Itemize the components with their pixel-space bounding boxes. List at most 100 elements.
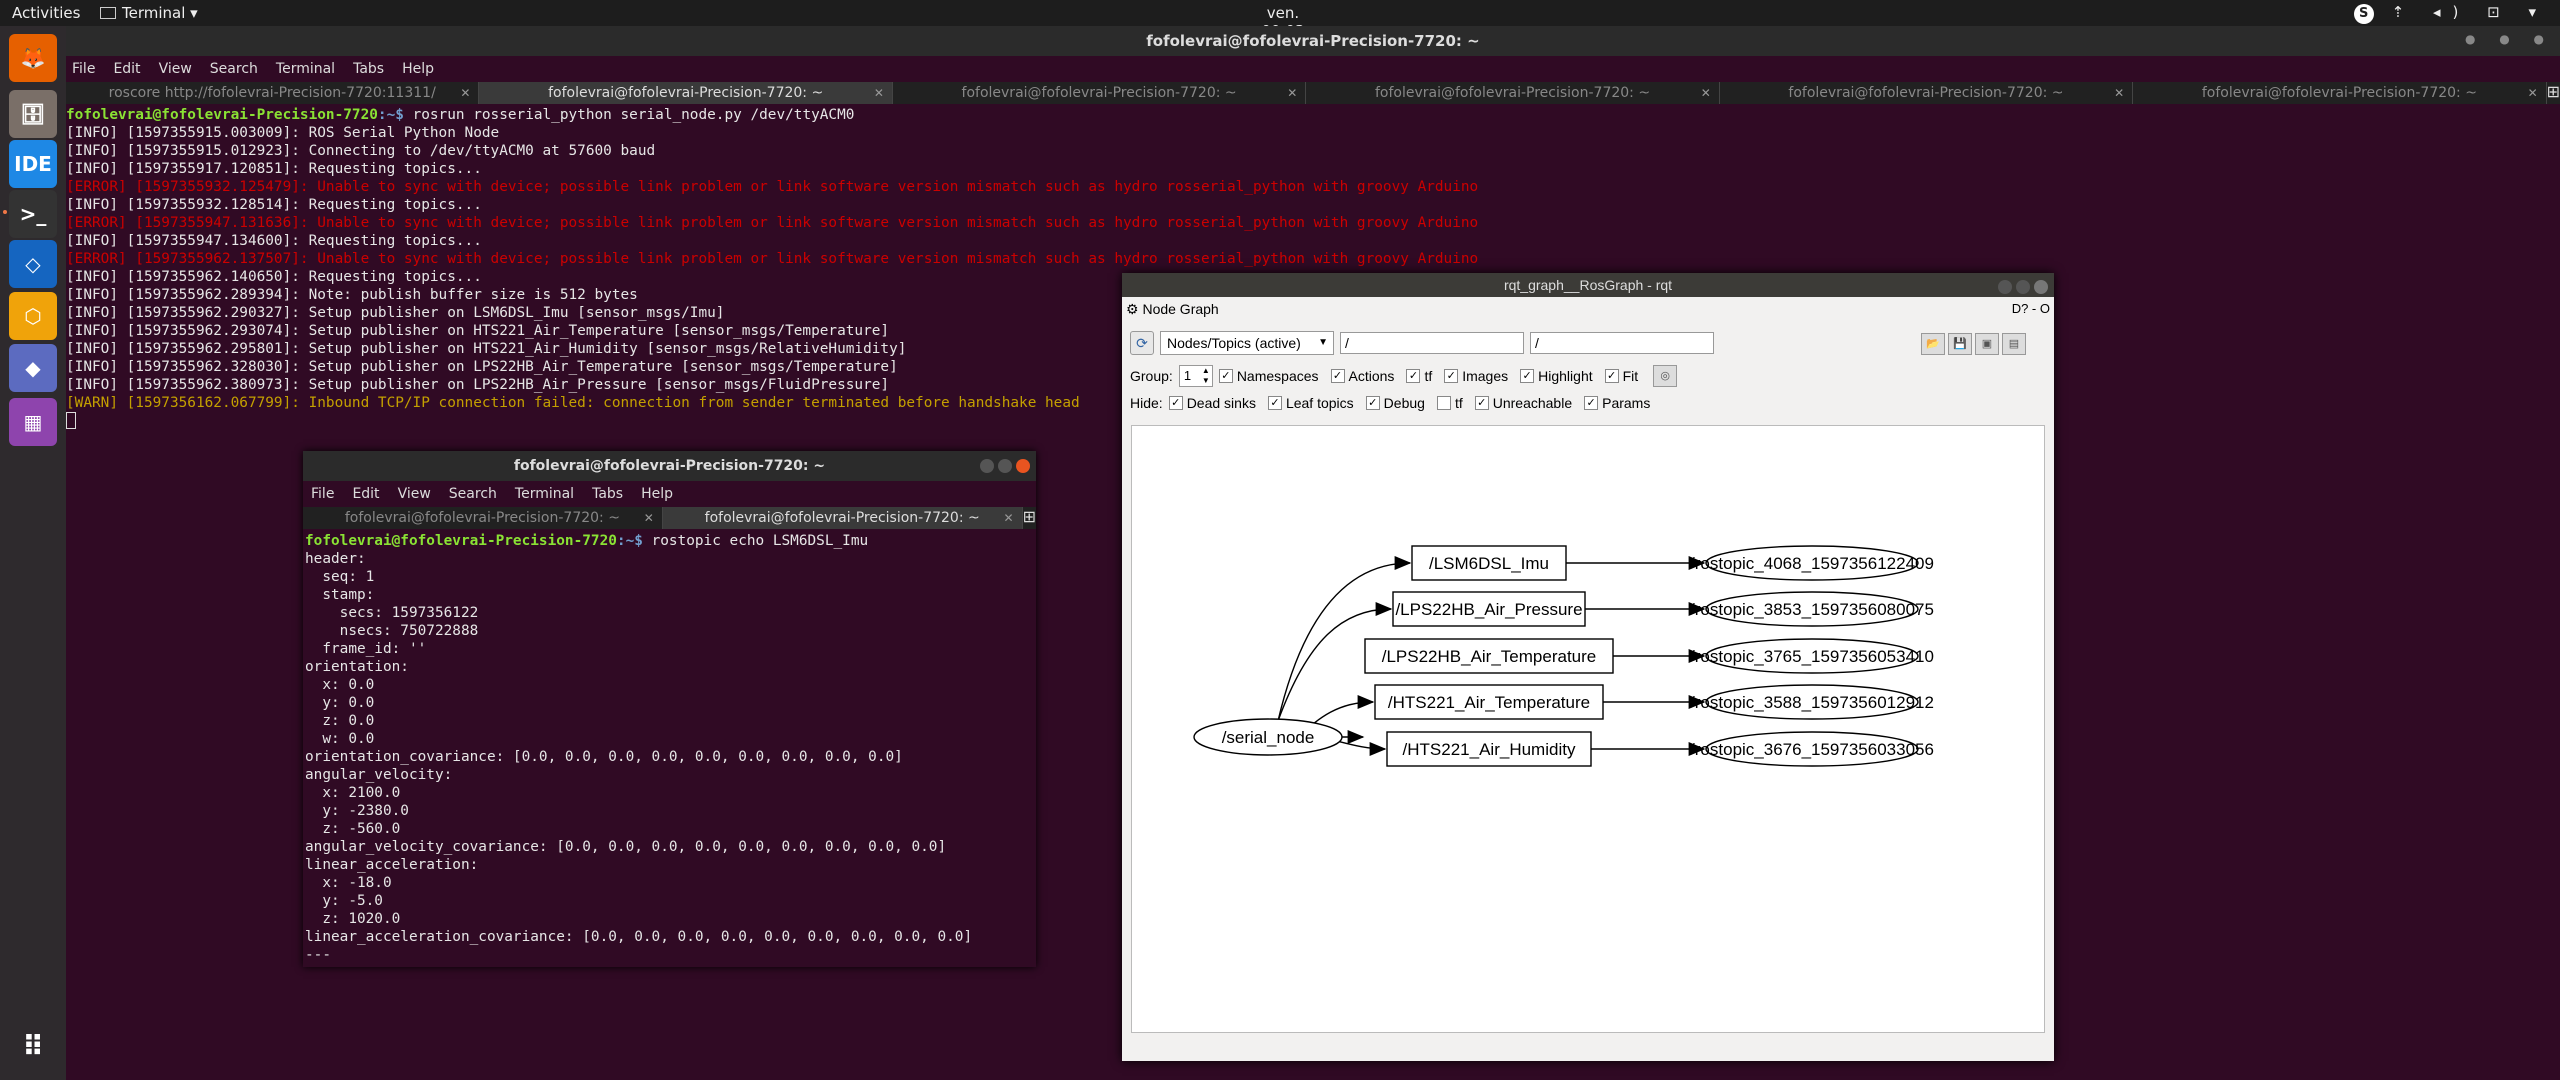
menu-view[interactable]: View [159, 61, 192, 77]
save-dot-icon[interactable]: 💾 [1948, 333, 1972, 355]
menu-view[interactable]: View [398, 486, 431, 502]
close-button[interactable] [1016, 459, 1030, 473]
hide-leaf-topics[interactable]: ✓ Leaf topics [1267, 395, 1354, 411]
close-icon[interactable]: ✕ [2528, 82, 2538, 104]
topic-label[interactable]: /HTS221_Air_Temperature [1388, 693, 1590, 712]
dock-mindmap-icon[interactable]: ⬡ [9, 292, 57, 340]
checkbox[interactable]: ✓ [1168, 396, 1183, 410]
sink-label[interactable]: /rostopic_4068_1597356122409 [1690, 554, 1934, 573]
show-apps-icon[interactable]: ⠿ [9, 1022, 57, 1070]
skype-icon[interactable]: S [2353, 4, 2374, 24]
app-menu[interactable]: Terminal ▾ [100, 4, 198, 22]
menu-terminal[interactable]: Terminal [515, 486, 574, 502]
checkbox[interactable] [1436, 396, 1451, 410]
hide-dead-sinks[interactable]: ✓ Dead sinks [1168, 395, 1256, 411]
menu-tabs[interactable]: Tabs [353, 61, 384, 77]
close-button[interactable] [2034, 280, 2048, 294]
maximize-button[interactable] [998, 459, 1012, 473]
maximize-button[interactable] [2016, 280, 2030, 294]
menu-help[interactable]: Help [402, 61, 434, 77]
node-filter-input[interactable]: / [1340, 332, 1524, 354]
graph-mode-select[interactable]: Nodes/Topics (active) ▼ [1160, 331, 1334, 355]
checkbox[interactable]: ✓ [1520, 369, 1535, 383]
menu-help[interactable]: Help [641, 486, 673, 502]
checkbox[interactable]: ✓ [1584, 396, 1599, 410]
checkbox[interactable]: ✓ [1330, 369, 1345, 383]
window-controls[interactable]: ● ● ● [2465, 32, 2554, 46]
tab-0[interactable]: fofolevrai@fofolevrai-Precision-7720: ~ ✕ [303, 507, 663, 529]
checkbox[interactable]: ✓ [1474, 396, 1489, 410]
close-icon[interactable]: ✕ [1287, 82, 1297, 104]
topic-filter-input[interactable]: / [1530, 332, 1714, 354]
option-actions[interactable]: ✓ Actions [1330, 368, 1394, 384]
hide-unreachable[interactable]: ✓ Unreachable [1474, 395, 1572, 411]
menu-tabs[interactable]: Tabs [592, 486, 623, 502]
refresh-button[interactable]: ⟳ [1130, 331, 1154, 355]
topic-label[interactable]: /LSM6DSL_Imu [1429, 554, 1549, 573]
save-image-icon[interactable]: ▤ [2002, 333, 2026, 355]
panel-controls[interactable]: D? - O [2012, 301, 2050, 316]
tab-4[interactable]: fofolevrai@fofolevrai-Precision-7720: ~ ✕ [1720, 82, 2134, 104]
checkbox[interactable]: ✓ [1444, 369, 1459, 383]
tab-1[interactable]: fofolevrai@fofolevrai-Precision-7720: ~ ✕ [662, 507, 1023, 529]
checkbox[interactable]: ✓ [1365, 396, 1380, 410]
sink-label[interactable]: /rostopic_3676_1597356033056 [1690, 740, 1934, 759]
dock-files-icon[interactable]: 🗄 [9, 90, 57, 138]
dock-firefox-icon[interactable]: 🦊 [9, 34, 57, 82]
fit-view-icon[interactable]: ◎ [1653, 365, 1678, 387]
sink-label[interactable]: /rostopic_3588_1597356012912 [1690, 693, 1934, 712]
save-svg-icon[interactable]: ▣ [1975, 333, 1999, 355]
system-tray[interactable]: S ⇡ ◂) ⊡ ▾ [2353, 3, 2548, 24]
option-fit[interactable]: ✓ Fit [1604, 368, 1638, 384]
close-icon[interactable]: ✕ [874, 82, 884, 104]
dock-network-icon[interactable]: ▦ [9, 398, 57, 446]
group-spinbox[interactable]: 1 ▲ ▼ [1178, 365, 1213, 387]
dock-vpn-icon[interactable]: ◆ [9, 344, 57, 392]
tab-1[interactable]: fofolevrai@fofolevrai-Precision-7720: ~ ✕ [479, 82, 893, 104]
new-tab-icon[interactable]: ⊞ [1023, 507, 1036, 529]
minimize-button[interactable] [1998, 280, 2012, 294]
tab-3[interactable]: fofolevrai@fofolevrai-Precision-7720: ~ ✕ [1306, 82, 1720, 104]
hide-debug[interactable]: ✓ Debug [1365, 395, 1425, 411]
topic-label[interactable]: /LPS22HB_Air_Temperature [1382, 647, 1597, 666]
checkbox[interactable]: ✓ [1218, 369, 1233, 383]
menu-search[interactable]: Search [210, 61, 258, 77]
option-namespaces[interactable]: ✓ Namespaces [1218, 368, 1319, 384]
close-icon[interactable]: ✕ [2114, 82, 2124, 104]
minimize-button[interactable] [980, 459, 994, 473]
tab-0[interactable]: roscore http://fofolevrai-Precision-7720… [66, 82, 480, 104]
tab-2[interactable]: fofolevrai@fofolevrai-Precision-7720: ~ ✕ [893, 82, 1307, 104]
menu-edit[interactable]: Edit [113, 61, 140, 77]
close-icon[interactable]: ✕ [1701, 82, 1711, 104]
topic-label[interactable]: /LPS22HB_Air_Pressure [1395, 600, 1582, 619]
hide-tf[interactable]: tf [1436, 395, 1463, 411]
hide-params[interactable]: ✓ Params [1584, 395, 1650, 411]
option-images[interactable]: ✓ Images [1444, 368, 1508, 384]
dock-vscode-icon[interactable]: ◇ [9, 240, 57, 288]
menu-file[interactable]: File [72, 61, 95, 77]
dock-terminal-icon[interactable]: >_ [3, 190, 57, 238]
load-dot-icon[interactable]: 📂 [1921, 333, 1945, 355]
new-tab-icon[interactable]: ⊞ [2547, 82, 2560, 104]
source-label[interactable]: /serial_node [1222, 728, 1315, 747]
spin-arrows-icon[interactable]: ▲ ▼ [1202, 366, 1210, 386]
topic-label[interactable]: /HTS221_Air_Humidity [1403, 740, 1576, 759]
menu-edit[interactable]: Edit [352, 486, 379, 502]
checkbox[interactable]: ✓ [1406, 369, 1421, 383]
tray-icons[interactable]: ⇡ ◂) ⊡ ▾ [2392, 3, 2548, 21]
activities-button[interactable]: Activities [12, 4, 80, 22]
menu-search[interactable]: Search [449, 486, 497, 502]
option-highlight[interactable]: ✓ Highlight [1520, 368, 1593, 384]
sink-label[interactable]: /rostopic_3765_1597356053410 [1690, 647, 1934, 666]
option-tf[interactable]: ✓ tf [1406, 368, 1432, 384]
close-icon[interactable]: ✕ [1004, 507, 1014, 529]
checkbox[interactable]: ✓ [1604, 369, 1619, 383]
tab-5[interactable]: fofolevrai@fofolevrai-Precision-7720: ~ ✕ [2133, 82, 2547, 104]
checkbox[interactable]: ✓ [1267, 396, 1282, 410]
close-icon[interactable]: ✕ [644, 507, 654, 529]
menu-terminal[interactable]: Terminal [276, 61, 335, 77]
sink-label[interactable]: /rostopic_3853_1597356080075 [1690, 600, 1934, 619]
menu-file[interactable]: File [311, 486, 334, 502]
graph-canvas[interactable]: /LSM6DSL_Imu/rostopic_4068_1597356122409… [1131, 425, 2045, 1033]
dock-arduino-ide-icon[interactable]: IDE [9, 140, 57, 188]
